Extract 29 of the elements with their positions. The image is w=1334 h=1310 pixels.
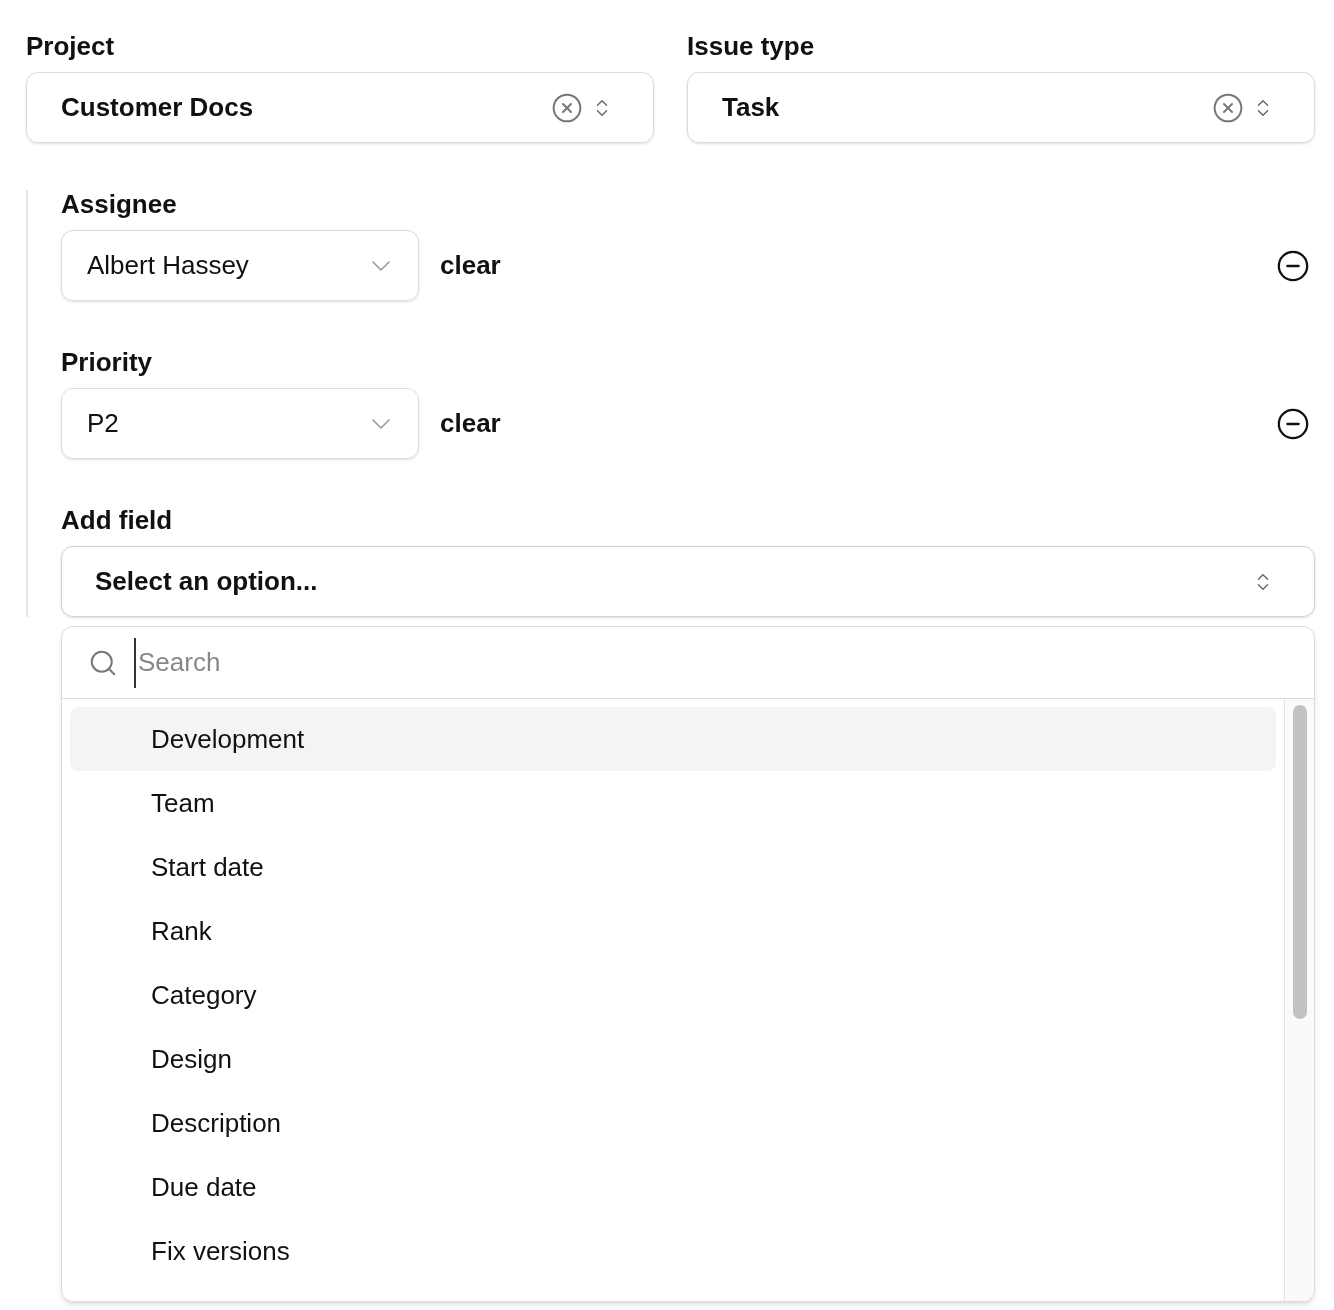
clear-button[interactable]: clear <box>440 404 501 443</box>
clear-button[interactable]: clear <box>440 246 501 285</box>
field-label: Project <box>26 30 116 62</box>
dropdown-option[interactable]: Start date <box>70 835 1276 899</box>
field-label: Priority <box>61 346 154 378</box>
dropdown-option[interactable]: Design <box>70 1027 1276 1091</box>
select-field[interactable]: Select an option... <box>61 546 1315 617</box>
remove-icon[interactable] <box>1276 248 1310 283</box>
clear-icon[interactable] <box>551 91 583 124</box>
select-field[interactable]: P2 <box>61 388 419 459</box>
select-field[interactable]: Albert Hassey <box>61 230 419 301</box>
field-label: Issue type <box>687 30 816 62</box>
dropdown-option[interactable]: Fix versions <box>70 1219 1276 1283</box>
search-field[interactable]: Search <box>134 637 1314 688</box>
chevron-down-icon <box>372 418 390 429</box>
dropdown-option[interactable]: Development <box>70 707 1276 771</box>
select-field[interactable]: Task <box>687 72 1315 143</box>
remove-icon[interactable] <box>1276 406 1310 441</box>
dropdown-option[interactable]: Rank <box>70 899 1276 963</box>
select-field[interactable]: Customer Docs <box>26 72 654 143</box>
dropdown-option[interactable]: Description <box>70 1091 1276 1155</box>
dropdown-option[interactable]: Category <box>70 963 1276 1027</box>
chevron-down-icon <box>372 260 390 271</box>
dropdown-option[interactable]: Team <box>70 771 1276 835</box>
dropdown-option[interactable]: Due date <box>70 1155 1276 1219</box>
field-label: Assignee <box>61 188 178 220</box>
field-label: Add field <box>61 504 174 536</box>
scrollbar-thumb[interactable] <box>1292 705 1307 1019</box>
clear-icon[interactable] <box>1212 91 1244 124</box>
